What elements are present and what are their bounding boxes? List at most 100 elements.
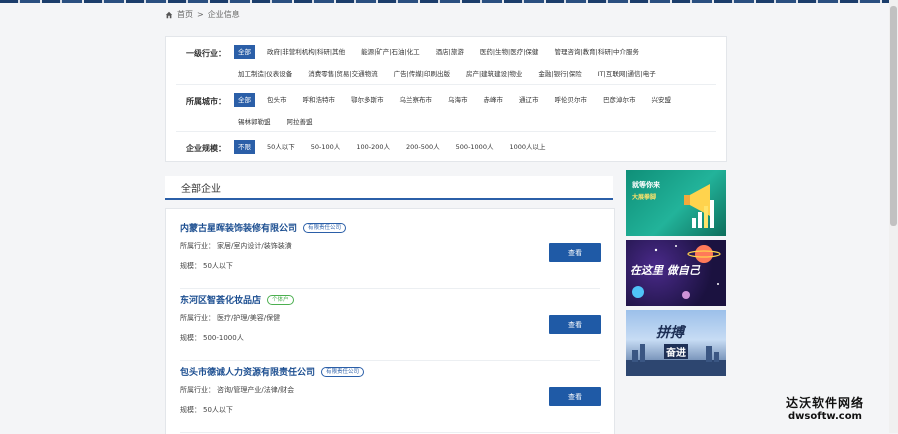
ad-text: 大展拳脚 [632, 194, 657, 201]
filter-option[interactable]: 广告|传媒|印刷出版 [390, 67, 454, 81]
divider [180, 360, 600, 361]
filter-option[interactable]: 不限 [234, 140, 255, 154]
filter-row-industry: 一级行业： 全部 政府|非营利机构|科研|其他 能源|矿产|石油|化工 酒店|旅游 医药… [176, 45, 716, 81]
company-size: 规模： 500-1000人 [180, 333, 244, 343]
filter-option[interactable]: 管理咨询|教育|科研|中介服务 [550, 45, 643, 59]
company-name-text[interactable]: 内蒙古星晖装饰装修有限公司 [180, 221, 297, 234]
filter-option[interactable]: 全部 [234, 93, 255, 107]
filter-option[interactable]: 锡林郭勒盟 [234, 115, 275, 129]
breadcrumb-home[interactable]: 首页 [177, 9, 193, 20]
filter-option[interactable]: 鄂尔多斯市 [347, 93, 388, 107]
filter-option[interactable]: 呼和浩特市 [299, 93, 340, 107]
company-industry: 所属行业： 医疗/护理/美容/保健 [180, 313, 280, 323]
filter-option[interactable]: 50人以下 [263, 140, 299, 154]
industry-label: 所属行业： [180, 242, 215, 250]
company-type-badge: 有限责任公司 [303, 222, 347, 233]
ad-text: 在这里 做自己 [630, 264, 700, 277]
company-name-text[interactable]: 包头市德诚人力资源有限责任公司 [180, 365, 315, 378]
breadcrumb-separator: > [197, 10, 204, 19]
scrollbar-thumb[interactable] [890, 6, 897, 226]
filter-panel: 一级行业： 全部 政府|非营利机构|科研|其他 能源|矿产|石油|化工 酒店|旅游 医药… [165, 36, 727, 162]
company-list: 内蒙古星晖装饰装修有限公司 有限责任公司 所属行业： 家居/室内设计/装饰装潢 规… [165, 208, 615, 434]
ad-text: 拼搏 [656, 325, 684, 341]
filter-option[interactable]: 巴彦淖尔市 [599, 93, 640, 107]
ad-text: 奋进 [664, 344, 688, 359]
size-value: 500-1000人 [203, 334, 244, 342]
view-button[interactable]: 查看 [549, 387, 601, 406]
company-size: 规模： 50人以下 [180, 405, 233, 415]
section-title[interactable]: 全部企业 [181, 180, 221, 195]
watermark-url: dwsoftw.com [788, 411, 862, 422]
size-label: 规模： [180, 262, 201, 270]
filter-option[interactable]: 乌海市 [444, 93, 472, 107]
filter-option[interactable]: 加工制造|仪表设备 [234, 67, 296, 81]
filter-option[interactable]: 呼伦贝尔市 [551, 93, 592, 107]
company-industry: 所属行业： 咨询/管理产业/法律/财会 [180, 385, 294, 395]
city-skyline-illustration-icon [626, 344, 726, 376]
filter-option[interactable]: 能源|矿产|石油|化工 [357, 45, 424, 59]
filter-options-size: 不限 50人以下 50-100人 100-200人 200-500人 500-1000人 1… [234, 140, 704, 154]
divider [176, 131, 716, 132]
company-industry: 所属行业： 家居/室内设计/装饰装潢 [180, 241, 292, 251]
view-button[interactable]: 查看 [549, 315, 601, 334]
filter-label-size: 企业规模： [186, 144, 226, 153]
size-value: 50人以下 [203, 406, 233, 414]
industry-label: 所属行业： [180, 314, 215, 322]
company-name[interactable]: 包头市德诚人力资源有限责任公司 有限责任公司 [180, 365, 365, 378]
filter-option[interactable]: 赤峰市 [480, 93, 508, 107]
megaphone-illustration-icon [684, 184, 714, 228]
company-card: 东河区智荟化妆品店 个体户 所属行业： 医疗/护理/美容/保健 规模： 500-10… [180, 291, 601, 361]
company-type-badge: 有限责任公司 [321, 366, 365, 377]
section-header: 全部企业 [165, 176, 613, 200]
home-icon[interactable] [165, 11, 173, 19]
company-name[interactable]: 内蒙古星晖装饰装修有限公司 有限责任公司 [180, 221, 347, 234]
filter-option[interactable]: 阿拉善盟 [283, 115, 317, 129]
filter-option[interactable]: 全部 [234, 45, 255, 59]
filter-option[interactable]: 通辽市 [515, 93, 543, 107]
filter-option[interactable]: IT|互联网|通信|电子 [594, 67, 660, 81]
filter-option[interactable]: 房产|建筑建设|物业 [462, 67, 526, 81]
top-border [0, 0, 898, 3]
filter-option[interactable]: 乌兰察布市 [396, 93, 437, 107]
watermark-title: 达沃软件网络 [785, 396, 864, 410]
filter-option[interactable]: 酒店|旅游 [432, 45, 468, 59]
filter-row-size: 企业规模： 不限 50人以下 50-100人 100-200人 200-500人 500-… [176, 140, 716, 154]
divider [176, 84, 716, 85]
watermark-logo: 达沃软件网络 dwsoftw.com [762, 394, 888, 422]
company-name-text[interactable]: 东河区智荟化妆品店 [180, 293, 261, 306]
filter-label-industry: 一级行业： [186, 49, 226, 58]
size-label: 规模： [180, 406, 201, 414]
filter-option[interactable]: 100-200人 [352, 140, 394, 154]
breadcrumb-current: 企业信息 [207, 10, 240, 19]
industry-value: 家居/室内设计/装饰装潢 [217, 242, 292, 250]
company-type-badge: 个体户 [267, 294, 294, 305]
ad-banner-space[interactable]: 在这里 做自己 [626, 240, 726, 306]
company-name[interactable]: 东河区智荟化妆品店 个体户 [180, 293, 294, 306]
size-value: 50人以下 [203, 262, 233, 270]
filter-row-city: 所属城市： 全部 包头市 呼和浩特市 鄂尔多斯市 乌兰察布市 乌海市 赤峰市 通辽市 呼伦贝尔市… [176, 93, 716, 129]
ad-banner-strive[interactable]: 拼搏 奋进 [626, 310, 726, 376]
company-card: 内蒙古星晖装饰装修有限公司 有限责任公司 所属行业： 家居/室内设计/装饰装潢 规… [180, 219, 601, 289]
filter-option[interactable]: 200-500人 [402, 140, 444, 154]
filter-option[interactable]: 兴安盟 [648, 93, 676, 107]
company-card: 包头市德诚人力资源有限责任公司 有限责任公司 所属行业： 咨询/管理产业/法律/财… [180, 363, 601, 433]
filter-option[interactable]: 消费零售|贸易|交通物流 [304, 67, 381, 81]
filter-option[interactable]: 包头市 [263, 93, 291, 107]
view-button[interactable]: 查看 [549, 243, 601, 262]
industry-value: 医疗/护理/美容/保健 [217, 314, 281, 322]
divider [180, 288, 600, 289]
filter-option[interactable]: 1000人以上 [505, 140, 549, 154]
company-size: 规模： 50人以下 [180, 261, 233, 271]
filter-option[interactable]: 500-1000人 [452, 140, 498, 154]
filter-option[interactable]: 50-100人 [307, 140, 345, 154]
filter-option[interactable]: 政府|非营利机构|科研|其他 [263, 45, 349, 59]
breadcrumb: 首页 > 企业信息 [165, 9, 240, 20]
scrollbar[interactable] [889, 0, 898, 433]
filter-options-industry: 全部 政府|非营利机构|科研|其他 能源|矿产|石油|化工 酒店|旅游 医药|生物|医疗… [234, 45, 704, 81]
filter-option[interactable]: 金融|银行|保险 [534, 67, 585, 81]
filter-option[interactable]: 医药|生物|医疗|保健 [476, 45, 543, 59]
ad-banner-recruit[interactable]: 就等你来 大展拳脚 [626, 170, 726, 236]
industry-label: 所属行业： [180, 386, 215, 394]
filter-options-city: 全部 包头市 呼和浩特市 鄂尔多斯市 乌兰察布市 乌海市 赤峰市 通辽市 呼伦贝尔市 巴彦淖尔市兴… [234, 93, 704, 129]
industry-value: 咨询/管理产业/法律/财会 [217, 386, 295, 394]
